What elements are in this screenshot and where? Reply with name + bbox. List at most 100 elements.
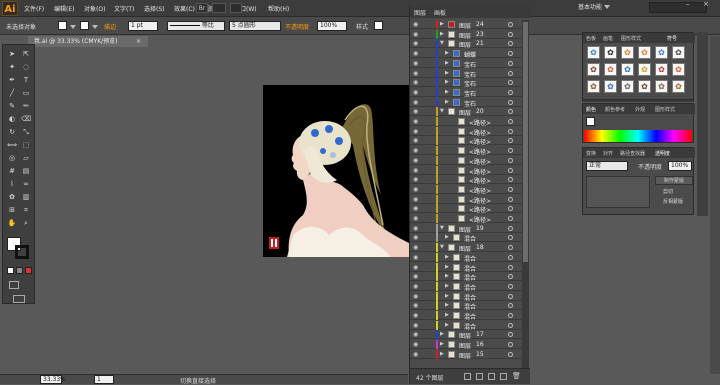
expand-arrow-icon[interactable]: ▶ bbox=[440, 21, 444, 27]
layer-target-icon[interactable] bbox=[508, 322, 513, 328]
brush-select[interactable]: 5 点圆形 bbox=[229, 21, 281, 31]
layer-row[interactable]: ◉ ▶ 混合 bbox=[410, 262, 522, 273]
layer-row[interactable]: ◉ ▶ 宝石 bbox=[410, 68, 522, 79]
layer-target-icon[interactable] bbox=[508, 196, 513, 202]
fill-color-swatch[interactable] bbox=[586, 117, 595, 126]
rectangle-tool-icon[interactable]: ▭ bbox=[21, 88, 31, 98]
layer-target-icon[interactable] bbox=[508, 51, 513, 57]
expand-arrow-icon[interactable]: ▶ bbox=[440, 31, 444, 37]
eyedropper-icon[interactable]: ⌇ bbox=[7, 179, 17, 189]
expand-arrow-icon[interactable]: ▶ bbox=[440, 351, 444, 357]
layer-target-icon[interactable] bbox=[508, 41, 513, 47]
stroke-label[interactable]: 描边 bbox=[104, 22, 116, 31]
clip-mask-icon[interactable] bbox=[476, 373, 483, 380]
layer-row[interactable]: ◉ ▶ 混合 bbox=[410, 252, 522, 263]
expand-arrow-icon[interactable]: ▶ bbox=[445, 234, 449, 240]
expand-arrow-icon[interactable]: ▶ bbox=[445, 60, 449, 66]
expand-arrow-icon[interactable]: ▶ bbox=[440, 331, 444, 337]
mesh-tool-icon[interactable]: # bbox=[7, 166, 17, 176]
visibility-eye-icon[interactable]: ◉ bbox=[413, 89, 418, 96]
layer-row[interactable]: ◉ <路径> bbox=[410, 165, 522, 176]
new-sublayer-icon[interactable] bbox=[488, 373, 495, 380]
symbol-swatch[interactable]: ✿ bbox=[638, 46, 651, 59]
layer-row[interactable]: ◉ <路径> bbox=[410, 194, 522, 205]
layer-row[interactable]: ◉ ▶ 宝石 bbox=[410, 58, 522, 69]
visibility-eye-icon[interactable]: ◉ bbox=[413, 254, 418, 261]
type-tool-icon[interactable]: T bbox=[21, 75, 31, 85]
visibility-eye-icon[interactable]: ◉ bbox=[413, 79, 418, 86]
visibility-eye-icon[interactable]: ◉ bbox=[413, 205, 418, 212]
menu-item[interactable]: 选择(S) bbox=[144, 4, 165, 13]
width-tool-icon[interactable]: ⟺ bbox=[7, 140, 17, 150]
visibility-eye-icon[interactable]: ◉ bbox=[413, 283, 418, 290]
visibility-eye-icon[interactable]: ◉ bbox=[413, 108, 418, 115]
zoom-field[interactable]: 33.33% bbox=[40, 375, 66, 384]
menu-item[interactable]: 编辑(E) bbox=[54, 4, 74, 13]
stroke-dropdown-icon[interactable] bbox=[92, 25, 98, 29]
visibility-eye-icon[interactable]: ◉ bbox=[413, 196, 418, 203]
menu-item[interactable]: 帮助(H) bbox=[268, 4, 289, 13]
layer-target-icon[interactable] bbox=[508, 138, 513, 144]
layer-target-icon[interactable] bbox=[508, 225, 513, 231]
blob-brush-icon[interactable]: ◐ bbox=[7, 114, 17, 124]
artboard-tool-icon[interactable]: ⊞ bbox=[7, 205, 17, 215]
collapse-arrow-icon[interactable]: ▼ bbox=[440, 108, 444, 114]
visibility-eye-icon[interactable]: ◉ bbox=[413, 70, 418, 77]
tab-pathfinder[interactable]: 路径查找器 bbox=[620, 150, 645, 157]
visibility-eye-icon[interactable]: ◉ bbox=[413, 60, 418, 67]
layer-target-icon[interactable] bbox=[508, 70, 513, 76]
stroke-profile-select[interactable]: 等比 bbox=[167, 21, 225, 31]
layer-target-icon[interactable] bbox=[508, 22, 513, 27]
symbol-swatch[interactable]: ✿ bbox=[672, 63, 685, 76]
make-mask-button[interactable]: 制作蒙版 bbox=[655, 176, 693, 185]
gradient-tool-icon[interactable]: ▤ bbox=[21, 166, 31, 176]
visibility-eye-icon[interactable]: ◉ bbox=[413, 31, 418, 38]
layer-target-icon[interactable] bbox=[508, 274, 513, 280]
blend-tool-icon[interactable]: ∞ bbox=[21, 179, 31, 189]
layer-target-icon[interactable] bbox=[508, 216, 513, 221]
color-mode-icon[interactable] bbox=[7, 267, 14, 274]
visibility-eye-icon[interactable]: ◉ bbox=[413, 312, 418, 319]
layer-target-icon[interactable] bbox=[508, 177, 513, 183]
visibility-eye-icon[interactable]: ◉ bbox=[413, 302, 418, 309]
perspective-icon[interactable]: ▱ bbox=[21, 153, 31, 163]
collapse-arrow-icon[interactable]: ▼ bbox=[440, 40, 444, 46]
layer-row[interactable]: ◉ <路径> bbox=[410, 214, 522, 224]
layer-row[interactable]: ◉ ▶ 混合 bbox=[410, 281, 522, 292]
layer-target-icon[interactable] bbox=[508, 89, 513, 95]
symbol-swatch[interactable]: ✿ bbox=[621, 80, 634, 93]
invert-mask-checkbox[interactable]: 反相蒙版 bbox=[663, 198, 683, 205]
color-spectrum[interactable] bbox=[584, 130, 692, 142]
layer-row[interactable]: ◉ ▶ 混合 bbox=[410, 301, 522, 311]
layer-row[interactable]: ◉ ▼ 图层 19 bbox=[410, 223, 522, 234]
symbol-swatch[interactable]: ✿ bbox=[587, 46, 600, 59]
expand-arrow-icon[interactable]: ▶ bbox=[440, 341, 444, 347]
stroke-weight-field[interactable]: 1 pt bbox=[128, 21, 158, 31]
layer-row[interactable]: ◉ ▶ 混合 bbox=[410, 311, 522, 321]
expand-arrow-icon[interactable]: ▶ bbox=[445, 264, 449, 270]
menu-item[interactable]: 对象(O) bbox=[84, 4, 105, 13]
layer-target-icon[interactable] bbox=[508, 283, 513, 289]
tab-color-guide[interactable]: 颜色参考 bbox=[605, 106, 625, 113]
layer-row[interactable]: ◉ <路径> bbox=[410, 146, 522, 156]
layer-row[interactable]: ◉ ▼ 图层 20 bbox=[410, 107, 522, 117]
layer-row[interactable]: ◉ <路径> bbox=[410, 136, 522, 146]
layer-row[interactable]: ◉ <路径> bbox=[410, 184, 522, 195]
symbol-swatch[interactable]: ✿ bbox=[621, 46, 634, 59]
pen-tool-icon[interactable]: ✒ bbox=[7, 75, 17, 85]
symbol-swatch[interactable]: ✿ bbox=[604, 46, 617, 59]
layer-row[interactable]: ◉ ▶ 混合 bbox=[410, 320, 522, 331]
layer-target-icon[interactable] bbox=[508, 235, 513, 241]
clip-checkbox[interactable]: 剪切 bbox=[663, 188, 673, 195]
tab-transform[interactable]: 变换 bbox=[586, 150, 596, 157]
gradient-mode-icon[interactable] bbox=[16, 267, 23, 274]
hand-tool-icon[interactable]: ✋ bbox=[7, 218, 17, 228]
expand-arrow-icon[interactable]: ▶ bbox=[445, 50, 449, 56]
tab-swatches[interactable]: 色板 bbox=[586, 35, 596, 42]
opacity-field-2[interactable]: 100% bbox=[668, 161, 692, 171]
opacity-field[interactable]: 100% bbox=[317, 21, 347, 31]
layer-row[interactable]: ◉ ▶ 图层 15 bbox=[410, 349, 522, 360]
symbol-swatch[interactable]: ✿ bbox=[604, 63, 617, 76]
graph-tool-icon[interactable]: ▥ bbox=[21, 192, 31, 202]
layer-target-icon[interactable] bbox=[508, 254, 513, 260]
